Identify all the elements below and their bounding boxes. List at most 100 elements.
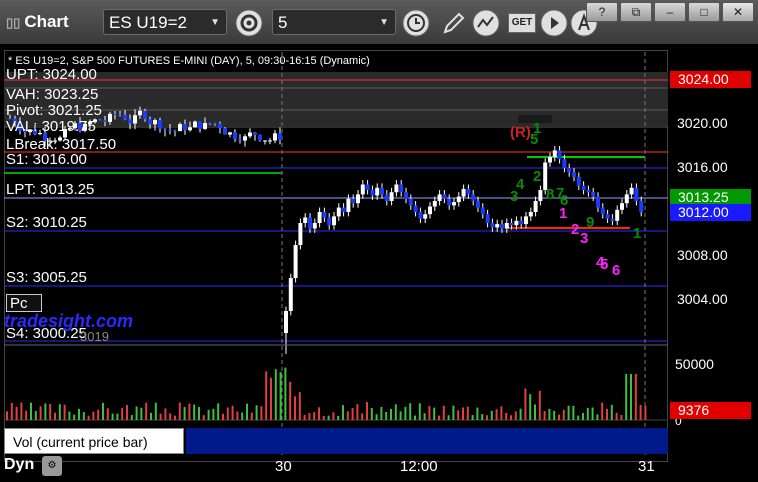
candle-body (600, 207, 605, 215)
candle-body (490, 223, 495, 228)
volume-bar (409, 403, 412, 420)
candle-body (173, 130, 177, 132)
candle-body (123, 114, 127, 120)
volume-bar (342, 405, 344, 420)
volume-indicator-label[interactable]: Vol (current price bar) (4, 428, 184, 454)
candle-body (113, 113, 117, 115)
volume-bar (390, 408, 392, 420)
candle-body (413, 205, 418, 212)
candle-body (615, 209, 620, 221)
volume-bar (49, 403, 52, 420)
candle-body (218, 123, 222, 129)
candle-body (562, 159, 567, 168)
candle-body (303, 217, 308, 223)
volume-bar (394, 404, 397, 420)
setup-count-magenta: 6 (612, 262, 621, 279)
candle-body (168, 129, 172, 131)
volume-bar (241, 412, 244, 420)
time-label-30: 30 (275, 458, 292, 475)
close-icon[interactable]: ✕ (170, 427, 180, 441)
candle-body (183, 124, 187, 131)
candle-body (418, 212, 423, 219)
setup-count-green: 7 (556, 185, 565, 202)
volume-bar (298, 392, 301, 420)
volume-bar (366, 402, 368, 420)
level-label: S3: 3005.25 (6, 269, 87, 286)
volume-bar (6, 411, 8, 420)
setup-count-magenta: 3 (580, 230, 589, 247)
candle-body (495, 224, 500, 228)
volume-bar (462, 407, 464, 420)
volume-bar (154, 402, 157, 420)
volume-bar (361, 413, 364, 420)
volume-bar (596, 414, 599, 420)
candle-body (317, 212, 322, 223)
candle-body (504, 223, 509, 229)
r-annotation: (R) (510, 124, 531, 141)
candle-body (461, 188, 466, 197)
setup-count-green: 1 (633, 225, 642, 242)
volume-bar (308, 413, 311, 420)
volume-bar (159, 413, 162, 420)
candle-body (143, 110, 147, 120)
volume-bar (327, 415, 330, 420)
volume-bar (486, 415, 488, 420)
volume-bar (188, 403, 191, 420)
candle-body (432, 201, 437, 207)
volume-bar (265, 371, 268, 420)
price-chart[interactable] (0, 0, 758, 482)
volume-bar (39, 406, 42, 420)
candle-body (620, 203, 624, 210)
candle-body (572, 172, 576, 177)
volume-bar (615, 412, 618, 420)
volume-bar (150, 412, 152, 420)
volume-current-tag: 9376 (670, 402, 751, 419)
chart-mode-icon[interactable]: ⚙ (42, 456, 62, 476)
volume-bar (562, 409, 565, 420)
volume-bar (58, 404, 61, 420)
setup-count-magenta: 5 (600, 256, 609, 273)
volume-bar (442, 405, 445, 420)
volume-bar (255, 405, 258, 420)
candle-body (471, 194, 476, 201)
candle-body (327, 217, 332, 226)
candle-body (108, 113, 112, 122)
volume-bar (289, 381, 292, 420)
candle-body (298, 223, 303, 245)
candle-body (233, 132, 237, 140)
volume-bar (82, 412, 85, 420)
candle-body (538, 190, 543, 201)
volume-bar (548, 408, 551, 420)
candle-body (485, 214, 490, 223)
candle-body (514, 220, 519, 226)
candle-body (466, 188, 471, 195)
candle-body (375, 187, 380, 196)
volume-bar (572, 405, 575, 420)
setup-count-magenta: 2 (571, 221, 580, 238)
volume-bar (332, 412, 335, 420)
candle-body (356, 194, 360, 204)
volume-bar (457, 410, 460, 420)
volume-bar (438, 415, 440, 420)
pc-badge[interactable]: Pc (6, 294, 42, 312)
candle-body (103, 120, 107, 122)
candle-body (223, 128, 227, 135)
volume-bar (54, 412, 56, 420)
volume-bar (30, 402, 32, 420)
volume-bar (414, 415, 416, 420)
candle-body (98, 119, 102, 121)
candle-body (591, 192, 596, 197)
volume-bar (644, 405, 647, 420)
candle-body (404, 192, 408, 199)
volume-bar (34, 410, 37, 420)
candle-body (133, 115, 137, 124)
candle-body (524, 216, 528, 225)
level-label: S1: 3016.00 (6, 151, 87, 168)
candle-body (447, 198, 452, 206)
candle-body (423, 214, 428, 219)
volume-bar (553, 410, 556, 420)
volume-bar (582, 413, 584, 420)
candle-body (629, 187, 634, 195)
candle-body (384, 194, 389, 201)
candle-body (360, 184, 365, 195)
